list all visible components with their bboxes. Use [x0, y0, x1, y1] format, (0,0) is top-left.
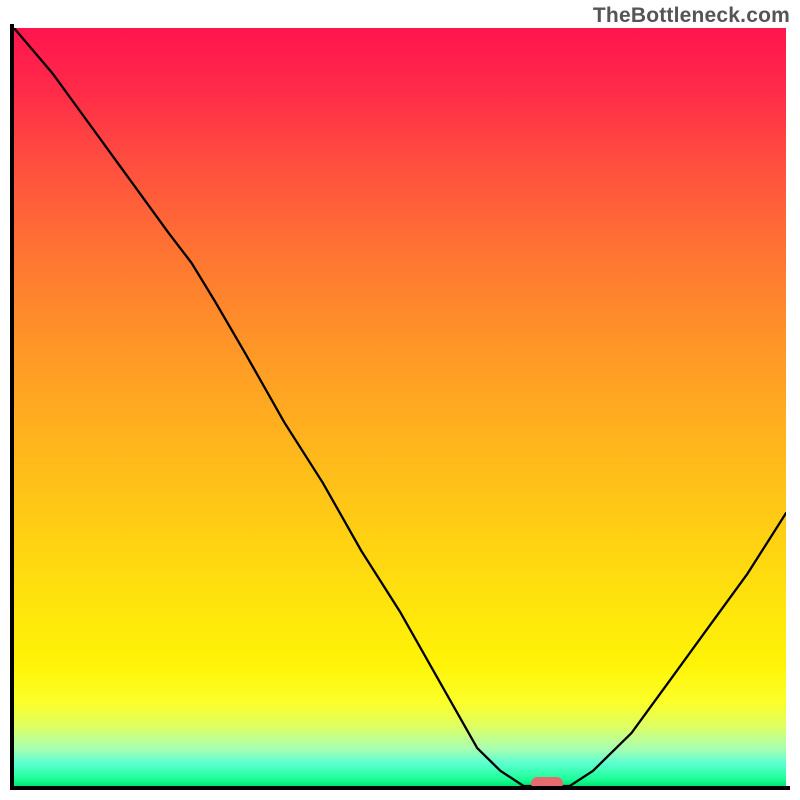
chart-plot-area — [14, 28, 786, 786]
watermark-text: TheBottleneck.com — [593, 4, 790, 28]
bottleneck-curve — [14, 28, 786, 786]
y-axis — [10, 24, 14, 790]
curve-path — [14, 28, 786, 786]
x-axis — [10, 786, 790, 790]
